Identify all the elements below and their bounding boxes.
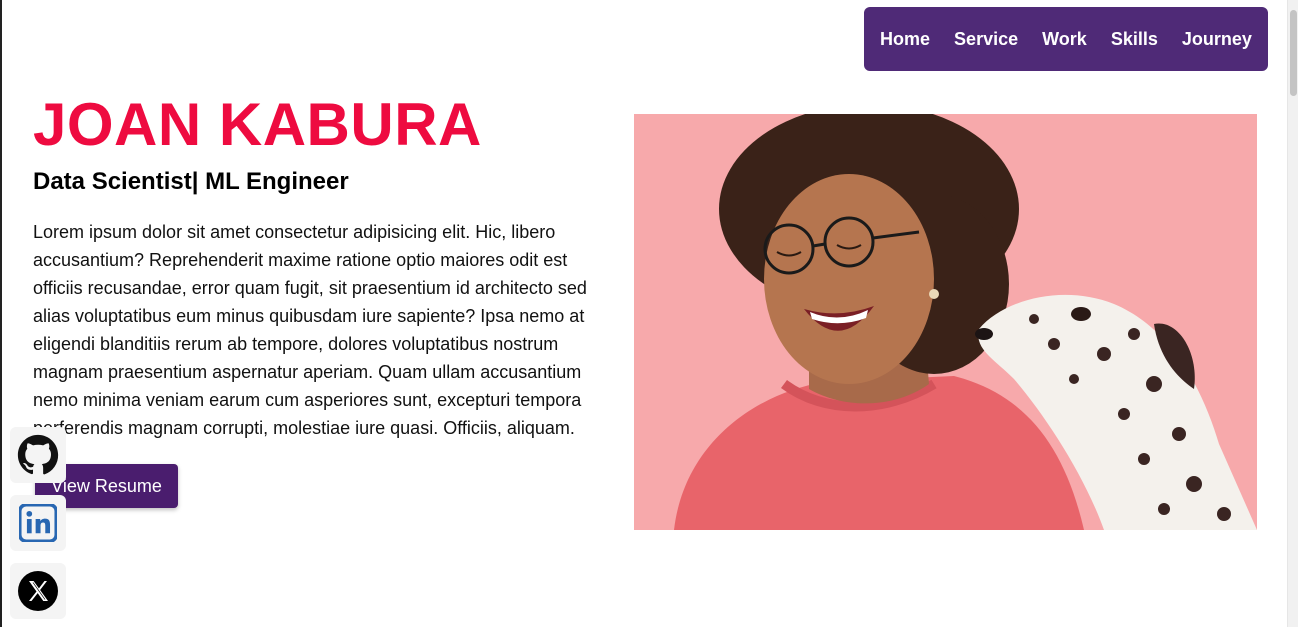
linkedin-icon <box>19 504 57 542</box>
vertical-scrollbar[interactable] <box>1287 0 1298 627</box>
hero-job-title: Data Scientist| ML Engineer <box>33 168 349 195</box>
hero-photo-illustration <box>634 114 1257 530</box>
nav-home-link[interactable]: Home <box>880 29 930 50</box>
github-link[interactable] <box>10 427 66 483</box>
linkedin-link[interactable] <box>10 495 66 551</box>
nav-skills-link[interactable]: Skills <box>1111 29 1158 50</box>
nav-service-link[interactable]: Service <box>954 29 1018 50</box>
nav-work-link[interactable]: Work <box>1042 29 1087 50</box>
top-navigation: Home Service Work Skills Journey <box>864 7 1268 71</box>
hero-photo <box>634 114 1257 530</box>
hero-description: Lorem ipsum dolor sit amet consectetur a… <box>33 222 587 438</box>
nav-journey-link[interactable]: Journey <box>1182 29 1252 50</box>
github-icon <box>17 434 59 475</box>
scrollbar-thumb[interactable] <box>1290 10 1297 96</box>
x-twitter-icon <box>18 571 58 611</box>
hero-name: JOAN KABURA <box>33 91 482 158</box>
x-twitter-link[interactable] <box>10 563 66 619</box>
page-left-border <box>0 0 2 627</box>
